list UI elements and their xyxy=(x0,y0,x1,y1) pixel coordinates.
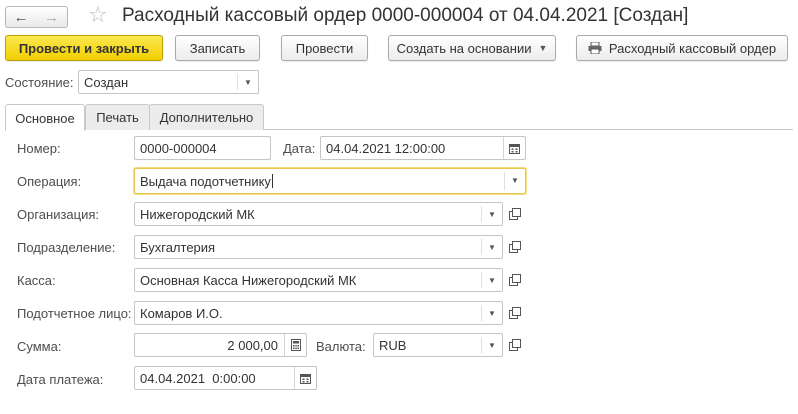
chevron-down-icon[interactable]: ▼ xyxy=(482,236,502,258)
calendar-icon[interactable] xyxy=(294,367,316,389)
number-label: Номер: xyxy=(17,141,61,156)
cashbox-select[interactable]: Основная Касса Нижегородский МК ▼ xyxy=(134,268,503,292)
star-icon[interactable]: ☆ xyxy=(88,3,108,27)
back-button[interactable]: ← xyxy=(5,6,37,28)
number-field[interactable]: 0000-000004 xyxy=(134,136,271,160)
chevron-down-icon[interactable]: ▼ xyxy=(482,302,502,324)
chevron-down-icon: ▼ xyxy=(538,43,548,53)
organization-select[interactable]: Нижегородский МК ▼ xyxy=(134,202,503,226)
currency-select[interactable]: RUB ▼ xyxy=(373,333,503,357)
window-title: Расходный кассовый ордер 0000-000004 от … xyxy=(122,5,689,26)
post-button[interactable]: Провести xyxy=(281,35,368,61)
department-value: Бухгалтерия xyxy=(140,239,216,255)
department-label: Подразделение: xyxy=(17,240,116,255)
open-form-icon[interactable] xyxy=(505,334,525,356)
department-select[interactable]: Бухгалтерия ▼ xyxy=(134,235,503,259)
chevron-down-icon[interactable]: ▼ xyxy=(238,71,258,93)
amount-label: Сумма: xyxy=(17,339,62,354)
open-form-icon[interactable] xyxy=(505,236,525,258)
open-form-icon[interactable] xyxy=(505,302,525,324)
open-form-icon[interactable] xyxy=(505,203,525,225)
date-field[interactable]: 04.04.2021 12:00:00 xyxy=(320,136,526,160)
chevron-down-icon[interactable]: ▼ xyxy=(505,169,525,191)
open-form-icon[interactable] xyxy=(505,269,525,291)
payment-date-field[interactable]: 04.04.2021 0:00:00 xyxy=(134,366,317,390)
arrow-left-icon: ← xyxy=(13,8,29,26)
print-order-label: Расходный кассовый ордер xyxy=(608,40,777,56)
amount-field[interactable]: 2 000,00 xyxy=(134,333,307,357)
amount-value: 2 000,00 xyxy=(227,337,278,353)
number-value: 0000-000004 xyxy=(140,140,217,156)
organization-value: Нижегородский МК xyxy=(140,206,255,222)
cashbox-label: Касса: xyxy=(17,273,56,288)
operation-label: Операция: xyxy=(17,174,82,189)
calendar-icon[interactable] xyxy=(503,137,525,159)
operation-value: Выдача подотчетнику xyxy=(140,173,271,189)
currency-value: RUB xyxy=(379,337,407,353)
save-button[interactable]: Записать xyxy=(175,35,260,61)
cashbox-value: Основная Касса Нижегородский МК xyxy=(140,272,357,288)
create-based-on-label: Создать на основании xyxy=(396,40,532,56)
print-order-button[interactable]: Расходный кассовый ордер xyxy=(576,35,788,61)
text-cursor xyxy=(271,174,273,188)
accountable-person-value: Комаров И.О. xyxy=(140,305,223,321)
create-based-on-button[interactable]: Создать на основании ▼ xyxy=(388,35,556,61)
chevron-down-icon[interactable]: ▼ xyxy=(482,269,502,291)
chevron-down-icon[interactable]: ▼ xyxy=(482,203,502,225)
payment-date-value: 04.04.2021 0:00:00 xyxy=(140,370,256,386)
arrow-right-icon: → xyxy=(44,8,59,26)
tab-main[interactable]: Основное xyxy=(5,104,85,131)
status-select[interactable]: Создан ▼ xyxy=(78,70,259,94)
tab-additional[interactable]: Дополнительно xyxy=(149,104,264,130)
printer-icon xyxy=(588,41,602,55)
accountable-person-select[interactable]: Комаров И.О. ▼ xyxy=(134,301,503,325)
operation-select[interactable]: Выдача подотчетнику ▼ xyxy=(134,168,526,194)
post-and-close-button[interactable]: Провести и закрыть xyxy=(5,35,163,61)
status-value: Создан xyxy=(84,74,129,90)
date-label: Дата: xyxy=(283,141,316,156)
forward-button[interactable]: → xyxy=(36,6,68,28)
tab-print[interactable]: Печать xyxy=(85,104,150,130)
chevron-down-icon[interactable]: ▼ xyxy=(482,334,502,356)
date-value: 04.04.2021 12:00:00 xyxy=(326,140,446,156)
organization-label: Организация: xyxy=(17,207,100,222)
currency-label: Валюта: xyxy=(316,339,366,354)
status-label: Состояние: xyxy=(5,75,74,90)
payment-date-label: Дата платежа: xyxy=(17,372,104,387)
accountable-person-label: Подотчетное лицо: xyxy=(17,306,132,321)
calculator-icon[interactable] xyxy=(284,334,306,356)
